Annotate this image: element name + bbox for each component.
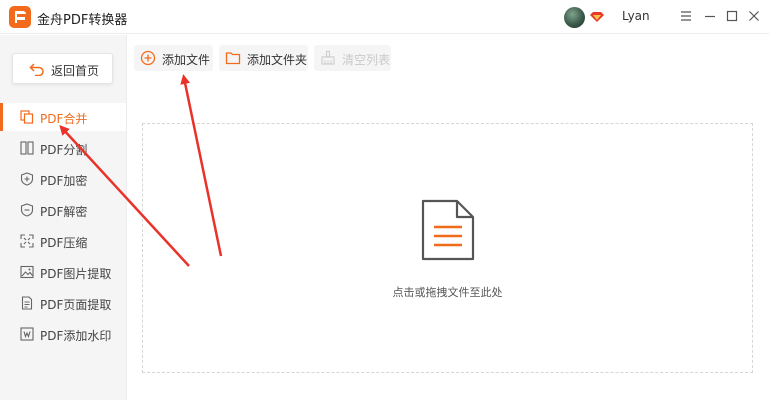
menu-icon[interactable] [678, 8, 694, 24]
sidebar-item-pdf-encrypt[interactable]: PDF加密 [0, 165, 126, 193]
page-icon [21, 296, 33, 310]
sidebar-item-label: PDF解密 [40, 205, 88, 219]
sidebar-item-pdf-page-extract[interactable]: PDF页面提取 [0, 289, 126, 317]
broom-icon [321, 50, 335, 65]
clear-list-label: 清空列表 [342, 53, 391, 67]
sidebar-item-pdf-watermark[interactable]: PDF添加水印 [0, 320, 126, 348]
sidebar-item-label: PDF分割 [40, 143, 88, 157]
image-icon [20, 265, 34, 279]
title-bar: 金舟PDF转换器 Lyan [0, 0, 769, 34]
add-folder-label: 添加文件夹 [247, 53, 308, 67]
sidebar-item-pdf-image-extract[interactable]: PDF图片提取 [0, 258, 126, 286]
app-title: 金舟PDF转换器 [37, 13, 128, 28]
sidebar-item-label: PDF页面提取 [40, 298, 112, 312]
sidebar-item-label: PDF压缩 [40, 236, 88, 250]
drop-hint-text: 点击或拖拽文件至此处 [392, 286, 503, 299]
sidebar-item-label: PDF加密 [40, 174, 88, 188]
shield-plus-icon [20, 172, 34, 186]
plus-circle-icon [140, 50, 156, 66]
merge-icon [20, 110, 34, 124]
avatar[interactable] [564, 7, 585, 28]
sidebar-item-label: PDF合并 [40, 112, 88, 126]
folder-icon [225, 52, 241, 65]
back-home-label: 返回首页 [51, 64, 100, 78]
sidebar-item-pdf-merge[interactable]: PDF合并 [0, 103, 126, 131]
watermark-icon [20, 327, 34, 341]
split-icon [20, 141, 34, 155]
vip-diamond-icon[interactable] [590, 11, 604, 23]
clear-list-button[interactable]: 清空列表 [314, 45, 391, 71]
minimize-icon[interactable] [702, 8, 718, 24]
sidebar-item-pdf-compress[interactable]: PDF压缩 [0, 227, 126, 255]
shield-minus-icon [20, 203, 34, 217]
sidebar-item-label: PDF添加水印 [40, 329, 112, 343]
add-folder-button[interactable]: 添加文件夹 [219, 45, 308, 71]
document-icon [421, 199, 475, 261]
sidebar: 返回首页 PDF合并 PDF分割 PDF加密 PDF解密 PDF压缩 PDF图片… [0, 35, 127, 400]
sidebar-item-label: PDF图片提取 [40, 267, 112, 281]
add-file-button[interactable]: 添加文件 [134, 45, 213, 71]
close-icon[interactable] [746, 8, 762, 24]
add-file-label: 添加文件 [162, 53, 211, 67]
maximize-icon[interactable] [724, 8, 740, 24]
app-logo-icon [9, 6, 31, 28]
sidebar-item-pdf-split[interactable]: PDF分割 [0, 134, 126, 162]
file-drop-zone[interactable]: 点击或拖拽文件至此处 [142, 123, 753, 373]
username[interactable]: Lyan [622, 9, 650, 23]
sidebar-item-pdf-decrypt[interactable]: PDF解密 [0, 196, 126, 224]
back-home-button[interactable]: 返回首页 [12, 53, 113, 84]
back-arrow-icon [29, 63, 44, 76]
compress-icon [20, 234, 34, 248]
